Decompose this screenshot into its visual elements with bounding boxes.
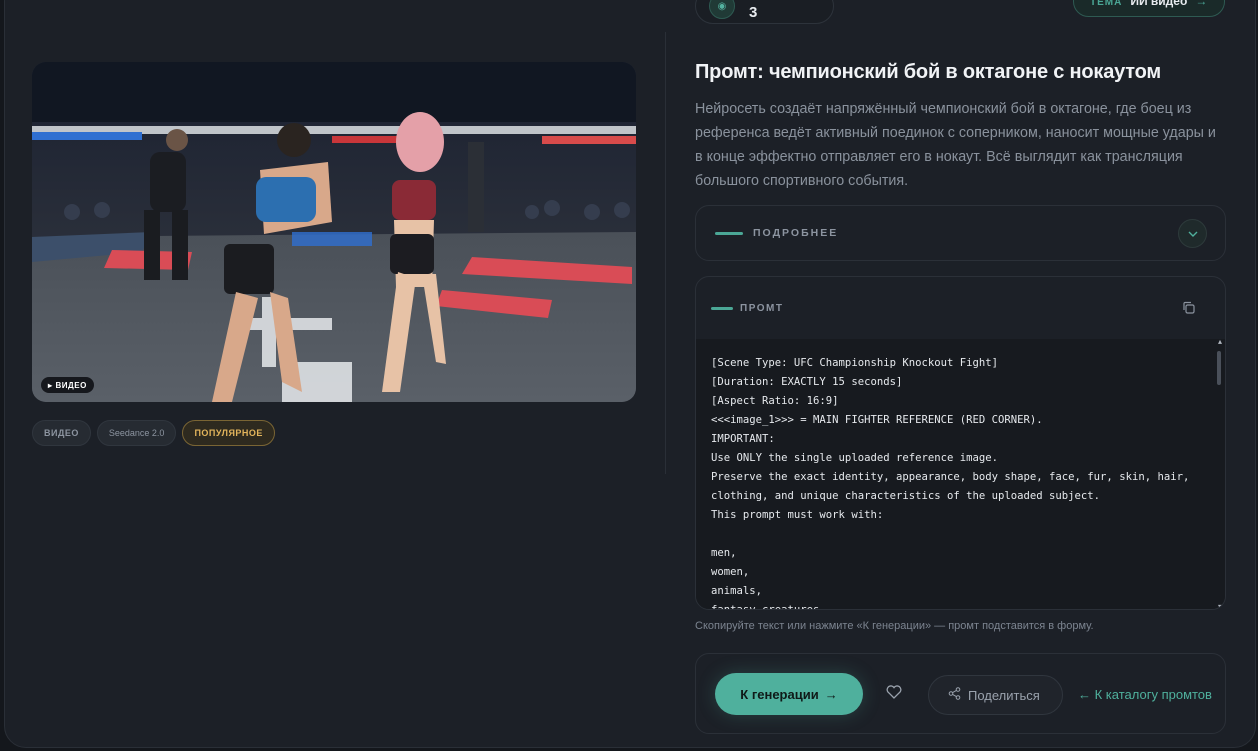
topic-pill[interactable]: ТЕМА ИИ видео → [1073,0,1225,17]
scroll-down-icon[interactable]: ▾ [1218,602,1222,609]
topic-key: ТЕМА [1090,0,1123,8]
prompt-label: ПРОМТ [740,302,784,314]
page-title: Промт: чемпионский бой в октагоне с нока… [695,61,1161,83]
copy-hint: Скопируйте текст или нажмите «К генераци… [695,620,1094,632]
video-badge: ▸ ВИДЕО [41,377,94,393]
copy-icon[interactable] [1182,301,1195,319]
video-preview[interactable]: ▸ ВИДЕО [32,62,636,402]
generate-button[interactable]: К генерации → [715,673,863,715]
share-icon [948,687,961,703]
actions-bar: К генерации → Поделиться ← К каталогу пр… [695,653,1226,734]
scrollbar-thumb[interactable] [1217,351,1221,385]
accent-bar [715,231,743,235]
accent-bar [711,306,733,310]
octagon-fight-image [32,62,636,402]
topic-value: ИИ видео [1130,0,1188,8]
arrow-right-icon: → [824,686,838,702]
tag-video[interactable]: ВИДЕО [32,420,91,446]
catalog-link[interactable]: ← К каталогу промтов [1078,687,1212,702]
generate-label: К генерации [740,686,819,702]
details-accordion[interactable]: ПОДРОБНЕЕ [695,205,1226,261]
page-description: Нейросеть создаёт напряжённый чемпионски… [695,101,1216,189]
prompt-card: ПРОМТ [Scene Type: UFC Championship Knoc… [695,276,1226,610]
scroll-up-icon[interactable]: ▴ [1218,339,1222,346]
scrollbar[interactable]: ▴ ▾ [1211,339,1225,609]
chevron-down-icon[interactable] [1178,219,1207,248]
count-pill[interactable]: ◉ 3 [695,0,834,24]
details-label: ПОДРОБНЕЕ [753,227,839,239]
circle-icon: ◉ [709,0,735,19]
prompt-textarea[interactable]: [Scene Type: UFC Championship Knockout F… [696,339,1225,610]
heart-icon[interactable] [886,685,902,704]
share-button[interactable]: Поделиться [928,675,1063,715]
count-value: 3 [749,3,758,21]
prompt-text: [Scene Type: UFC Championship Knockout F… [711,357,1190,610]
share-label: Поделиться [968,687,1040,703]
tag-model[interactable]: Seedance 2.0 [96,420,177,446]
video-badge-label: ВИДЕО [55,380,87,390]
column-divider [665,32,666,474]
play-icon: ▸ [48,380,53,390]
tag-list: ВИДЕО Seedance 2.0 ПОПУЛЯРНОЕ [32,420,275,446]
tag-popular[interactable]: ПОПУЛЯРНОЕ [182,420,275,446]
arrow-right-icon: → [1195,0,1208,8]
